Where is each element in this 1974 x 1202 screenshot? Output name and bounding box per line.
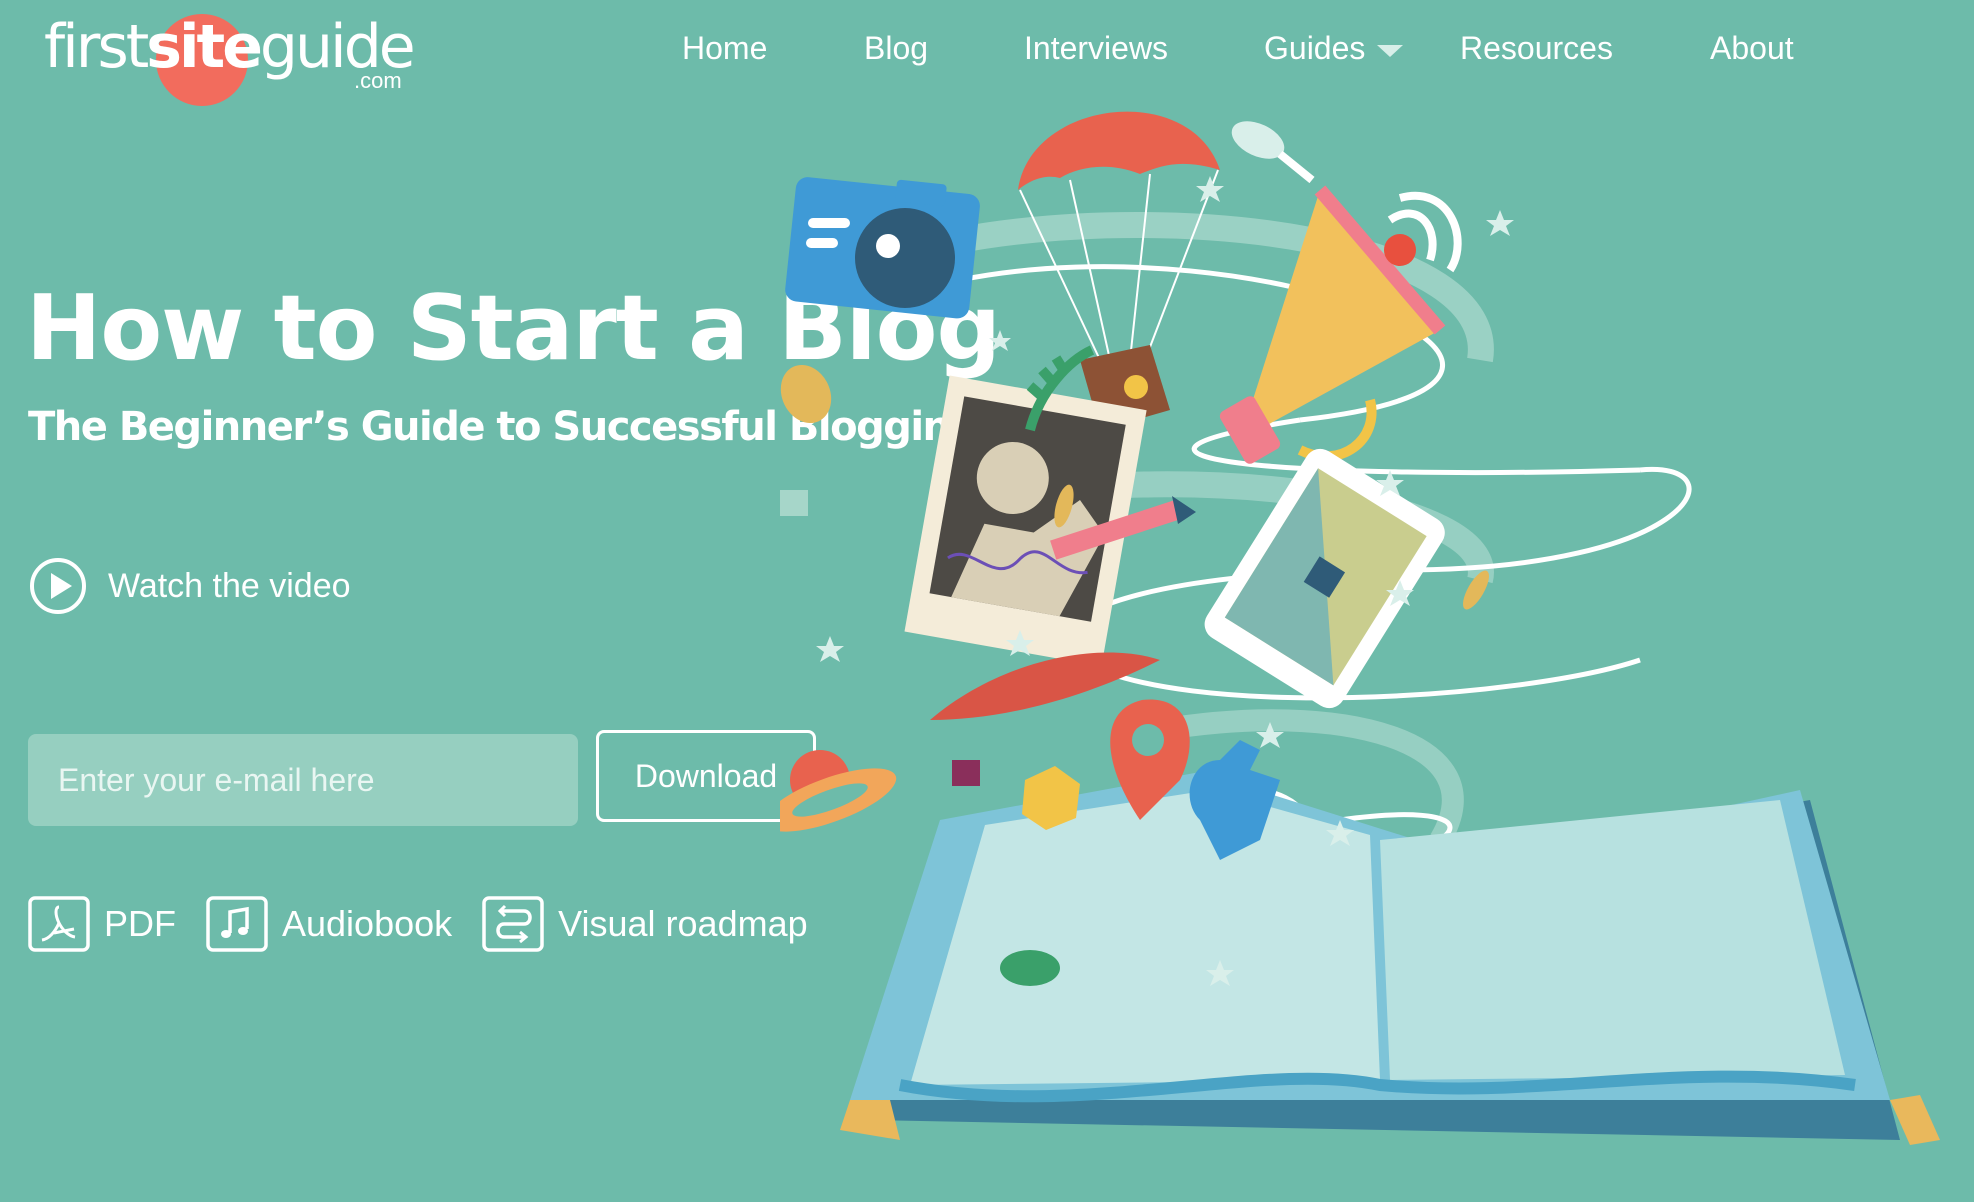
nav-resources[interactable]: Resources: [1460, 30, 1613, 67]
nav-interviews[interactable]: Interviews: [1024, 30, 1168, 67]
play-circle-icon: [30, 558, 86, 614]
nav-home[interactable]: Home: [682, 30, 767, 67]
camera-icon: [785, 177, 980, 319]
nav-blog[interactable]: Blog: [864, 30, 928, 67]
nav-guides-label: Guides: [1264, 30, 1366, 66]
main-nav: Home Blog Interviews Guides Resources Ab…: [0, 30, 1974, 80]
visual-roadmap-link[interactable]: Visual roadmap: [482, 896, 808, 952]
visual-roadmap-label: Visual roadmap: [558, 903, 808, 944]
format-links: PDF Audiobook Visual roadmap: [28, 892, 838, 956]
music-note-icon: [206, 896, 268, 952]
puzzle-piece-icon: [952, 760, 980, 786]
magnifier-icon: [1231, 121, 1315, 184]
email-input[interactable]: [28, 734, 578, 826]
roadmap-icon: [482, 896, 544, 952]
watch-video-label: Watch the video: [108, 566, 351, 605]
green-puck-shape: [1000, 950, 1060, 986]
watch-video-link[interactable]: Watch the video: [28, 556, 351, 616]
ufo-icon: [780, 750, 897, 832]
caret-down-icon: [1377, 44, 1404, 57]
hero-illustration: [780, 111, 1940, 1145]
photo-icon: [904, 375, 1147, 667]
pdf-label: PDF: [104, 903, 176, 944]
puzzle-piece-icon: [780, 490, 808, 516]
audiobook-link[interactable]: Audiobook: [206, 896, 452, 952]
coin-icon: [780, 364, 832, 424]
pdf-link[interactable]: PDF: [28, 896, 176, 952]
pdf-icon: [28, 896, 90, 952]
nav-about[interactable]: About: [1710, 30, 1794, 67]
audiobook-label: Audiobook: [282, 903, 453, 944]
nav-guides[interactable]: Guides: [1264, 30, 1404, 67]
